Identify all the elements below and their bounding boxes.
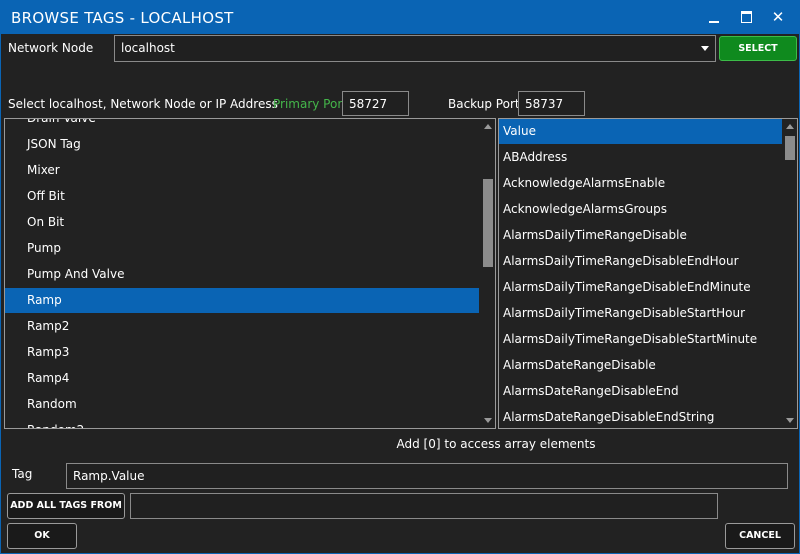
list-item-label: AcknowledgeAlarmsGroups: [503, 202, 667, 216]
list-item-label: Mixer: [27, 163, 60, 177]
list-item-label: Pump And Valve: [27, 267, 125, 281]
list-item[interactable]: On Bit: [5, 210, 479, 235]
list-item-label: Random2: [5, 423, 84, 428]
list-item[interactable]: AlarmsDailyTimeRangeDisableEndMinute: [499, 275, 782, 300]
list-item-label: Off Bit: [27, 189, 65, 203]
select-instructions: Select localhost, Network Node or IP Add…: [8, 97, 278, 111]
list-item[interactable]: AlarmsDateRangeDisableEnd: [499, 379, 782, 404]
cancel-button[interactable]: CANCEL: [725, 523, 795, 549]
tag-label: Tag: [12, 467, 33, 481]
backup-port-label: Backup Port: [448, 97, 520, 111]
select-button[interactable]: SELECT: [719, 36, 797, 61]
primary-port-label: Primary Port: [273, 97, 347, 111]
ok-button[interactable]: OK: [7, 523, 77, 549]
tag-list[interactable]: Drain Valve JSON Tag Mixer Off Bit On Bit Pum…: [4, 118, 496, 429]
list-item[interactable]: Ramp4: [5, 366, 479, 391]
list-item[interactable]: Pump And Valve: [5, 262, 479, 287]
primary-port-input[interactable]: 58727: [342, 91, 409, 116]
list-item-label: Ramp: [27, 293, 62, 307]
tag-input[interactable]: Ramp.Value: [66, 463, 788, 489]
list-item[interactable]: Value: [499, 119, 782, 144]
list-item-label: Drain Valve: [27, 118, 96, 125]
list-item-label: AlarmsDailyTimeRangeDisable: [503, 228, 687, 242]
list-item[interactable]: AlarmsDateRangeDisable: [499, 353, 782, 378]
list-item[interactable]: AlarmsDateRangeDisableEndString: [499, 405, 782, 428]
list-item-label: Pump: [27, 241, 61, 255]
list-item-label: AlarmsDateRangeDisableEnd: [503, 384, 679, 398]
network-node-value: localhost: [121, 41, 175, 55]
list-item-label: ABAddress: [503, 150, 568, 164]
list-item[interactable]: JSON Tag: [5, 132, 479, 157]
list-item[interactable]: Random: [5, 392, 479, 417]
list-item-label: Ramp2: [27, 319, 70, 333]
list-item-label: AlarmsDailyTimeRangeDisableEndMinute: [503, 280, 751, 294]
scroll-down-icon[interactable]: [484, 418, 492, 423]
browse-tags-window: BROWSE TAGS - LOCALHOST ✕ Network Node l…: [0, 0, 800, 554]
network-node-label: Network Node: [8, 41, 94, 55]
property-list[interactable]: Value ABAddress AcknowledgeAlarmsEnable Ack…: [498, 118, 798, 429]
list-item[interactable]: Ramp3: [5, 340, 479, 365]
list-item-label: On Bit: [27, 215, 65, 229]
list-item-label: Ramp4: [27, 371, 70, 385]
list-item[interactable]: AlarmsDailyTimeRangeDisableStartMinute: [499, 327, 782, 352]
chevron-down-icon[interactable]: [701, 46, 709, 51]
list-item[interactable]: Mixer: [5, 158, 479, 183]
window-title: BROWSE TAGS - LOCALHOST: [11, 9, 234, 27]
list-item-label: AlarmsDateRangeDisableEndString: [503, 410, 715, 424]
list-item[interactable]: AcknowledgeAlarmsGroups: [499, 197, 782, 222]
list-item[interactable]: AlarmsDailyTimeRangeDisable: [499, 223, 782, 248]
list-item-label: AlarmsDateRangeDisable: [503, 358, 656, 372]
list-item[interactable]: Pump: [5, 236, 479, 261]
list-item-label: Value: [503, 124, 536, 138]
property-list-scroll-thumb[interactable]: [785, 136, 795, 160]
title-bar[interactable]: BROWSE TAGS - LOCALHOST ✕: [1, 1, 799, 34]
list-item[interactable]: Off Bit: [5, 184, 479, 209]
list-item[interactable]: Drain Valve: [5, 118, 479, 131]
list-item-label: Ramp3: [27, 345, 70, 359]
list-item-label: AlarmsDailyTimeRangeDisableStartHour: [503, 306, 746, 320]
add-all-tags-button[interactable]: ADD ALL TAGS FROM: [7, 493, 125, 519]
list-item-label: AcknowledgeAlarmsEnable: [503, 176, 666, 190]
scroll-up-icon[interactable]: [484, 124, 492, 129]
close-icon[interactable]: ✕: [767, 7, 789, 27]
list-item[interactable]: Ramp2: [5, 314, 479, 339]
tag-list-scroll-thumb[interactable]: [483, 179, 493, 267]
add-all-tags-input[interactable]: [130, 493, 718, 519]
list-item-label: JSON Tag: [27, 137, 81, 151]
tag-list-scrollbar[interactable]: [481, 119, 495, 428]
maximize-icon[interactable]: [735, 7, 757, 27]
array-hint: Add [0] to access array elements: [396, 437, 596, 451]
scroll-down-icon[interactable]: [786, 418, 794, 423]
list-item[interactable]: AcknowledgeAlarmsEnable: [499, 171, 782, 196]
list-item-label: Random: [27, 397, 77, 411]
list-item[interactable]: ABAddress: [499, 145, 782, 170]
list-item[interactable]: AlarmsDailyTimeRangeDisableEndHour: [499, 249, 782, 274]
scroll-up-icon[interactable]: [786, 124, 794, 129]
network-node-combobox[interactable]: localhost: [114, 35, 716, 62]
list-item-label: AlarmsDailyTimeRangeDisableEndHour: [503, 254, 739, 268]
backup-port-input[interactable]: 58737: [518, 91, 585, 116]
property-list-scrollbar[interactable]: [783, 119, 797, 428]
list-item[interactable]: AlarmsDailyTimeRangeDisableStartHour: [499, 301, 782, 326]
minimize-icon[interactable]: [703, 7, 725, 27]
list-item-label: AlarmsDailyTimeRangeDisableStartMinute: [503, 332, 758, 346]
list-item[interactable]: Ramp: [5, 288, 479, 313]
list-item[interactable]: Random2: [5, 418, 479, 428]
